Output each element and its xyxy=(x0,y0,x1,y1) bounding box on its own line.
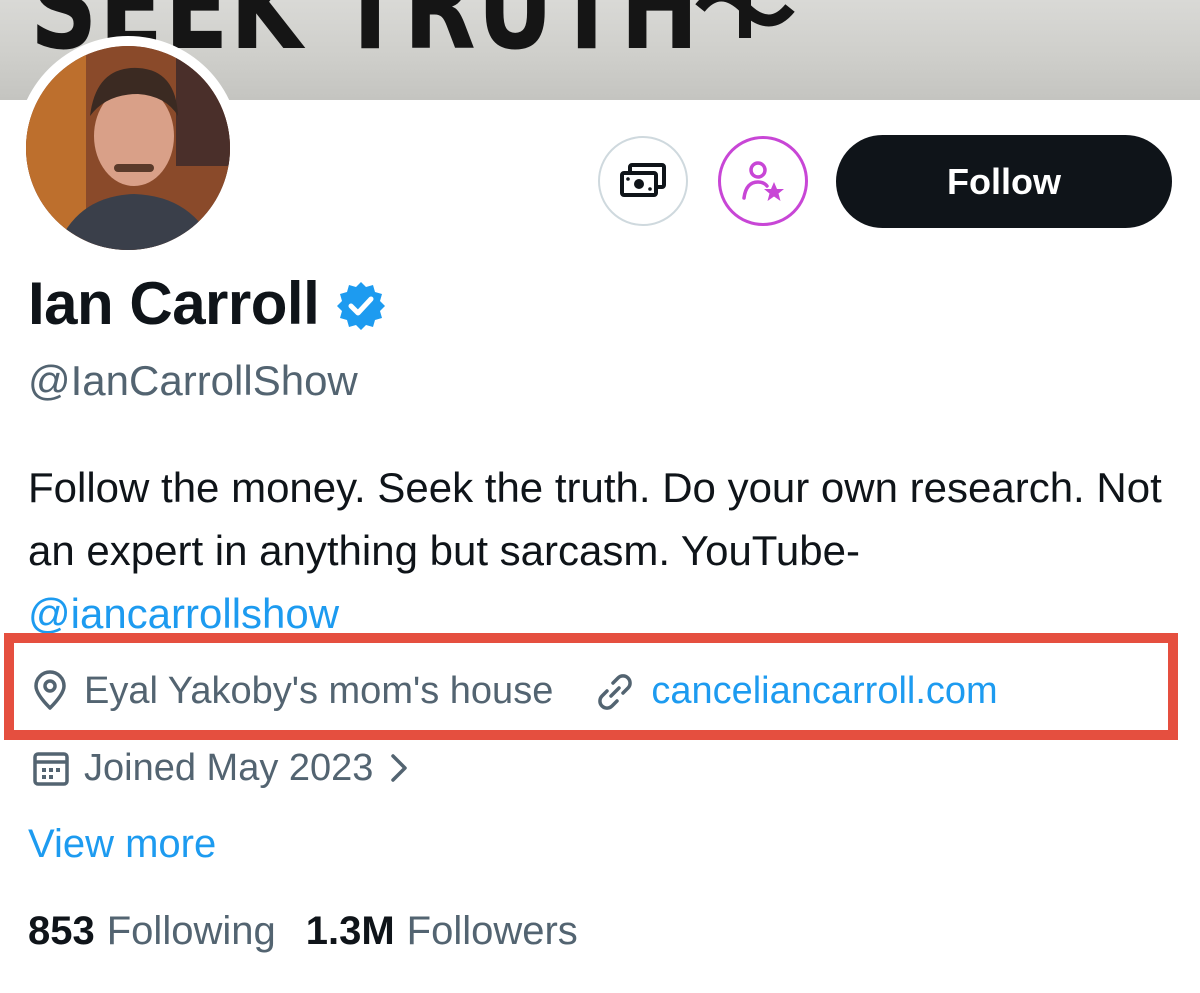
bio-text: Follow the money. Seek the truth. Do you… xyxy=(28,464,1162,574)
link-icon xyxy=(593,670,637,712)
website-link[interactable]: canceliancarroll.com xyxy=(651,670,997,713)
tip-button[interactable] xyxy=(598,136,688,226)
location-text: Eyal Yakoby's mom's house xyxy=(84,669,554,712)
view-more-link[interactable]: View more xyxy=(28,818,216,870)
money-icon xyxy=(620,163,666,197)
following-count: 853 xyxy=(28,909,95,953)
joined-text: Joined May 2023 xyxy=(84,746,374,789)
calendar-icon xyxy=(32,749,70,787)
joined-row[interactable]: Joined May 2023 xyxy=(32,745,409,791)
display-name: Ian Carroll xyxy=(28,270,320,337)
chevron-right-icon xyxy=(391,754,408,782)
bio: Follow the money. Seek the truth. Do you… xyxy=(28,456,1168,645)
name-row: Ian Carroll xyxy=(28,268,387,340)
verified-badge-icon[interactable] xyxy=(335,280,387,332)
location-pin-icon xyxy=(30,670,70,712)
subscribe-star-icon xyxy=(742,161,784,201)
avatar[interactable] xyxy=(16,36,240,260)
banner-logo-icon xyxy=(695,0,795,38)
following-stat[interactable]: 853 Following xyxy=(28,905,276,957)
followers-stat[interactable]: 1.3M Followers xyxy=(306,905,578,957)
avatar-photo xyxy=(26,46,230,250)
followers-count: 1.3M xyxy=(305,909,395,953)
followers-label: Followers xyxy=(406,909,578,953)
handle: @IanCarrollShow xyxy=(28,357,358,404)
profile-meta-row: Eyal Yakoby's mom's house canceliancarro… xyxy=(30,664,998,718)
following-label: Following xyxy=(106,909,276,953)
bio-mention-link[interactable]: @iancarrollshow xyxy=(28,590,339,637)
follow-button[interactable]: Follow xyxy=(836,135,1172,228)
subscribe-button[interactable] xyxy=(718,136,808,226)
profile-stats: 853 Following 1.3M Followers xyxy=(28,905,608,957)
